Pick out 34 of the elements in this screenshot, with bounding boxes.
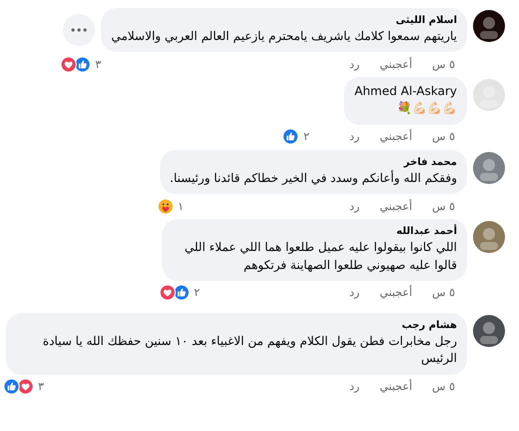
like-link[interactable]: أعجبني [380,200,412,213]
like-link[interactable]: أعجبني [380,58,412,71]
timestamp[interactable]: ٥ س [432,286,455,300]
reaction-count[interactable]: ٣ [95,58,102,71]
timestamp[interactable]: ٥ س [432,58,455,71]
author-name[interactable]: أحمد عبدالله [172,226,457,238]
avatar[interactable] [473,10,505,42]
timestamp[interactable]: ٥ س [432,130,455,144]
comment-text: 💪🏻💪🏻💪🏻💐 [396,100,457,118]
reply-link[interactable]: رد [349,286,360,300]
like-link[interactable]: أعجبني [380,130,412,144]
reaction-count[interactable]: ٢ [303,130,310,144]
author-name[interactable]: Ahmed Al-Askary [354,84,457,98]
like-link[interactable]: أعجبني [380,286,412,300]
author-name[interactable]: اسلام الليثى [111,15,457,26]
comment-text: وفقكم الله وأعانكم وسدد في الخير خطاكم قائدنا ورئيسنا. [170,170,457,187]
reaction-count[interactable]: ٢ [194,286,200,300]
like-link[interactable]: أعجبني [380,380,412,394]
comment-text: رجل مخابرات فطن يقول الكلام ويفهم من الاغبياء بعد ١٠ سنين حفظك الله يا سيادة الرئيس [42,332,457,368]
timestamp[interactable]: ٥ س [432,200,455,213]
author-name[interactable]: هشام رجب [16,320,457,331]
reply-link[interactable]: رد [349,200,360,213]
avatar[interactable] [473,314,505,347]
comment-text: اللي كانوا بيقولوا عليه عميل طلعوا هما اللي عملاء اللي قالوا عليه صهيوني طلعوا الصهاينة فرتكوهم [183,239,457,274]
timestamp[interactable]: ٥ س [432,380,455,394]
comment-text: ياريتهم سمعوا كلامك ياشريف يامحترم يازعيم العالم العربي والاسلامي [111,28,457,45]
author-name[interactable]: محمد فاخر [170,156,457,168]
reaction-count[interactable]: ١ [178,200,184,213]
reply-link[interactable]: رد [349,380,360,394]
reaction-count[interactable]: ٣ [38,380,44,394]
more-button[interactable] [63,14,96,46]
reply-link[interactable]: رد [349,130,360,144]
reply-link[interactable]: رد [349,58,360,71]
more-icon [71,28,88,32]
